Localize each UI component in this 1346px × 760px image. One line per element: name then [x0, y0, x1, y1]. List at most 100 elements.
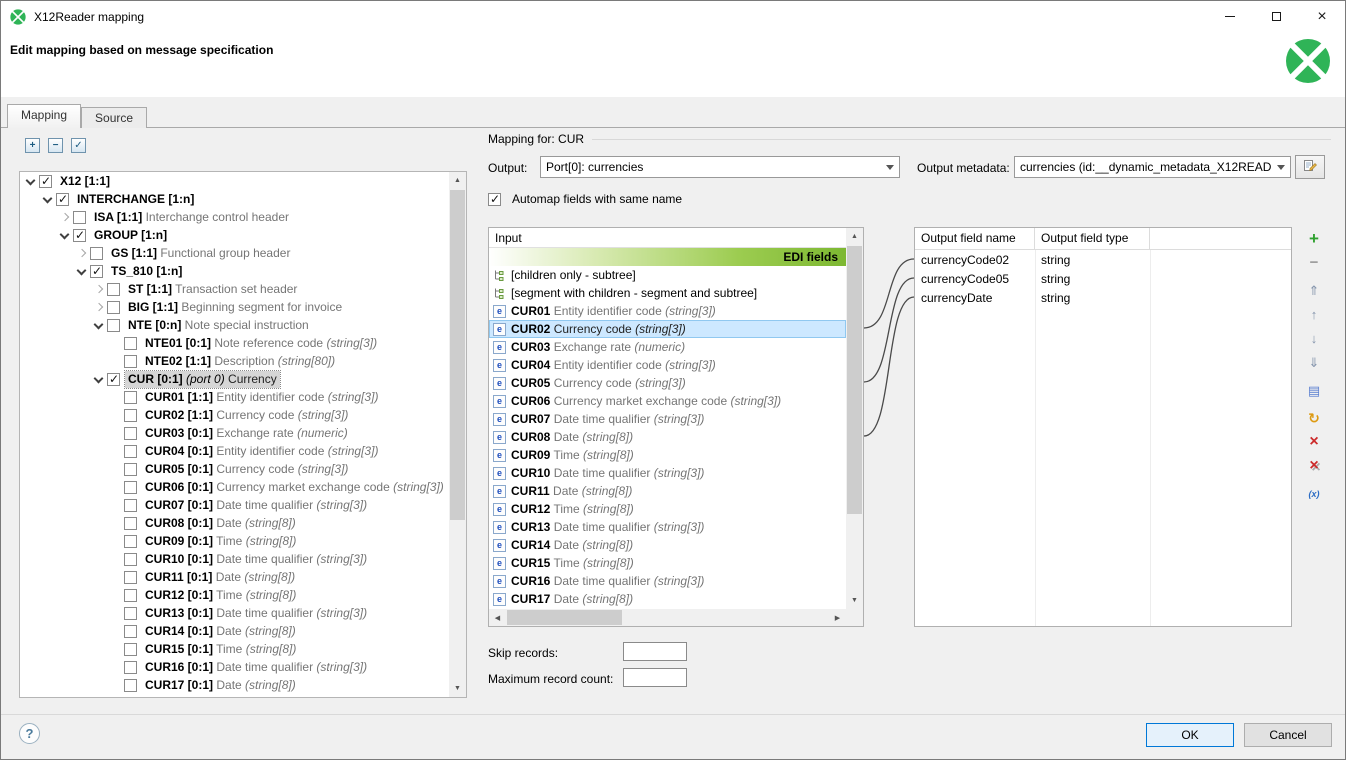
output-field-row[interactable]: currencyCode05string — [915, 269, 1291, 288]
tree-item-x12[interactable]: X12 [1:1] — [20, 172, 449, 190]
tree-item-checkbox[interactable] — [124, 589, 137, 602]
input-field-cur03[interactable]: eCUR03 Exchange rate (numeric) — [489, 338, 846, 356]
input-vscroll-thumb[interactable] — [847, 246, 862, 514]
collapse-arrow-icon[interactable] — [74, 263, 90, 279]
input-subtree-option[interactable]: [segment with children - segment and sub… — [489, 284, 846, 302]
tree-item-cur08[interactable]: CUR08 [0:1] Date (string[8]) — [20, 514, 449, 532]
skip-records-input[interactable] — [623, 642, 687, 661]
move-bottom-button[interactable]: ⇓ — [1305, 353, 1323, 371]
tree-item-checkbox[interactable] — [124, 337, 137, 350]
move-down-button[interactable]: ↓ — [1305, 329, 1323, 347]
column-header-2[interactable]: Output field type — [1035, 228, 1150, 249]
expand-arrow-icon[interactable] — [91, 281, 107, 297]
tab-mapping[interactable]: Mapping — [7, 104, 81, 128]
tree-item-cur06[interactable]: CUR06 [0:1] Currency market exchange cod… — [20, 478, 449, 496]
tree-item-checkbox[interactable] — [107, 319, 120, 332]
move-top-button[interactable]: ⇑ — [1305, 281, 1323, 299]
tree-item-checkbox[interactable] — [124, 643, 137, 656]
tree-item-checkbox[interactable] — [124, 499, 137, 512]
input-field-cur02[interactable]: eCUR02 Currency code (string[3]) — [489, 320, 846, 338]
input-field-cur06[interactable]: eCUR06 Currency market exchange code (st… — [489, 392, 846, 410]
tree-item-group[interactable]: GROUP [1:n] — [20, 226, 449, 244]
tree-item-checkbox[interactable] — [124, 463, 137, 476]
tree-item-cur07[interactable]: CUR07 [0:1] Date time qualifier (string[… — [20, 496, 449, 514]
tree-item-cur01[interactable]: CUR01 [1:1] Entity identifier code (stri… — [20, 388, 449, 406]
expand-arrow-icon[interactable] — [74, 245, 90, 261]
output-port-combo[interactable]: Port[0]: currencies — [540, 156, 900, 178]
input-field-cur10[interactable]: eCUR10 Date time qualifier (string[3]) — [489, 464, 846, 482]
input-hscroll-thumb[interactable] — [507, 610, 622, 625]
column-header-1[interactable]: Output field name — [915, 228, 1035, 249]
tree-item-nte[interactable]: NTE [0:n] Note special instruction — [20, 316, 449, 334]
tree-item-checkbox[interactable] — [107, 283, 120, 296]
input-field-cur15[interactable]: eCUR15 Time (string[8]) — [489, 554, 846, 572]
tree-item-checkbox[interactable] — [124, 535, 137, 548]
tree-item-cur16[interactable]: CUR16 [0:1] Date time qualifier (string[… — [20, 658, 449, 676]
edit-metadata-button[interactable]: ▤ — [1305, 381, 1323, 399]
scroll-up-icon[interactable]: ▲ — [449, 172, 466, 189]
input-field-cur09[interactable]: eCUR09 Time (string[8]) — [489, 446, 846, 464]
output-metadata-combo[interactable]: currencies (id:__dynamic_metadata_X12REA… — [1014, 156, 1291, 178]
tab-source[interactable]: Source — [81, 107, 147, 128]
collapse-all-button[interactable]: − — [48, 138, 63, 153]
input-field-cur17[interactable]: eCUR17 Date (string[8]) — [489, 590, 846, 608]
scroll-right-icon[interactable]: ▶ — [829, 609, 846, 626]
tree-item-checkbox[interactable] — [124, 481, 137, 494]
input-horizontal-scrollbar[interactable]: ◀ ▶ — [489, 609, 846, 626]
scroll-down-icon[interactable]: ▼ — [846, 592, 863, 609]
tree-scrollbar-thumb[interactable] — [450, 190, 465, 520]
ok-button[interactable]: OK — [1146, 723, 1234, 747]
tree-item-nte02[interactable]: NTE02 [1:1] Description (string[80]) — [20, 352, 449, 370]
tree-item-checkbox[interactable] — [107, 373, 120, 386]
input-field-cur16[interactable]: eCUR16 Date time qualifier (string[3]) — [489, 572, 846, 590]
remove-mapping-button[interactable]: × — [1305, 433, 1323, 451]
tree-item-big[interactable]: BIG [1:1] Beginning segment for invoice — [20, 298, 449, 316]
automap-button[interactable]: ↻ — [1305, 409, 1323, 427]
move-up-button[interactable]: ↑ — [1305, 305, 1323, 323]
mapping-connection-line[interactable] — [864, 259, 914, 328]
help-button[interactable]: ? — [19, 723, 40, 744]
minimize-button[interactable] — [1207, 1, 1253, 32]
tree-item-checkbox[interactable] — [124, 427, 137, 440]
expand-arrow-icon[interactable] — [91, 299, 107, 315]
input-field-cur11[interactable]: eCUR11 Date (string[8]) — [489, 482, 846, 500]
cancel-button[interactable]: Cancel — [1244, 723, 1332, 747]
automap-checkbox[interactable] — [488, 193, 501, 206]
tree-item-cur05[interactable]: CUR05 [0:1] Currency code (string[3]) — [20, 460, 449, 478]
tree-item-cur14[interactable]: CUR14 [0:1] Date (string[8]) — [20, 622, 449, 640]
tree-item-cur[interactable]: CUR [0:1] (port 0) Currency — [20, 370, 449, 388]
input-field-cur05[interactable]: eCUR05 Currency code (string[3]) — [489, 374, 846, 392]
tree-item-checkbox[interactable] — [73, 211, 86, 224]
add-field-button[interactable]: + — [1305, 229, 1323, 247]
edit-metadata-detail-button[interactable] — [1295, 155, 1325, 179]
tree-item-nte01[interactable]: NTE01 [0:1] Note reference code (string[… — [20, 334, 449, 352]
tree-item-checkbox[interactable] — [124, 607, 137, 620]
tree-item-checkbox[interactable] — [90, 265, 103, 278]
tree-item-checkbox[interactable] — [90, 247, 103, 260]
tree-item-checkbox[interactable] — [124, 517, 137, 530]
input-column-header[interactable]: Input — [489, 228, 846, 248]
tree-item-cur10[interactable]: CUR10 [0:1] Date time qualifier (string[… — [20, 550, 449, 568]
collapse-arrow-icon[interactable] — [40, 191, 56, 207]
tree-item-checkbox[interactable] — [39, 175, 52, 188]
output-field-row[interactable]: currencyCode02string — [915, 250, 1291, 269]
tree-item-isa[interactable]: ISA [1:1] Interchange control header — [20, 208, 449, 226]
maximize-button[interactable] — [1253, 1, 1299, 32]
expression-button[interactable]: (x) — [1305, 485, 1323, 503]
input-field-cur13[interactable]: eCUR13 Date time qualifier (string[3]) — [489, 518, 846, 536]
max-record-count-input[interactable] — [623, 668, 687, 687]
expand-all-button[interactable]: + — [25, 138, 40, 153]
tree-item-checkbox[interactable] — [107, 301, 120, 314]
output-field-row[interactable]: currencyDatestring — [915, 288, 1291, 307]
input-field-cur12[interactable]: eCUR12 Time (string[8]) — [489, 500, 846, 518]
tree-item-cur09[interactable]: CUR09 [0:1] Time (string[8]) — [20, 532, 449, 550]
tree-item-ts_810[interactable]: TS_810 [1:n] — [20, 262, 449, 280]
input-field-cur07[interactable]: eCUR07 Date time qualifier (string[3]) — [489, 410, 846, 428]
tree-item-checkbox[interactable] — [124, 355, 137, 368]
collapse-arrow-icon[interactable] — [91, 371, 107, 387]
input-subtree-option[interactable]: [children only - subtree] — [489, 266, 846, 284]
tree-item-checkbox[interactable] — [56, 193, 69, 206]
mapping-connection-line[interactable] — [864, 297, 914, 436]
remove-all-mappings-button[interactable]: × — [1305, 457, 1323, 475]
check-elements-button[interactable]: ✓ — [71, 138, 86, 153]
